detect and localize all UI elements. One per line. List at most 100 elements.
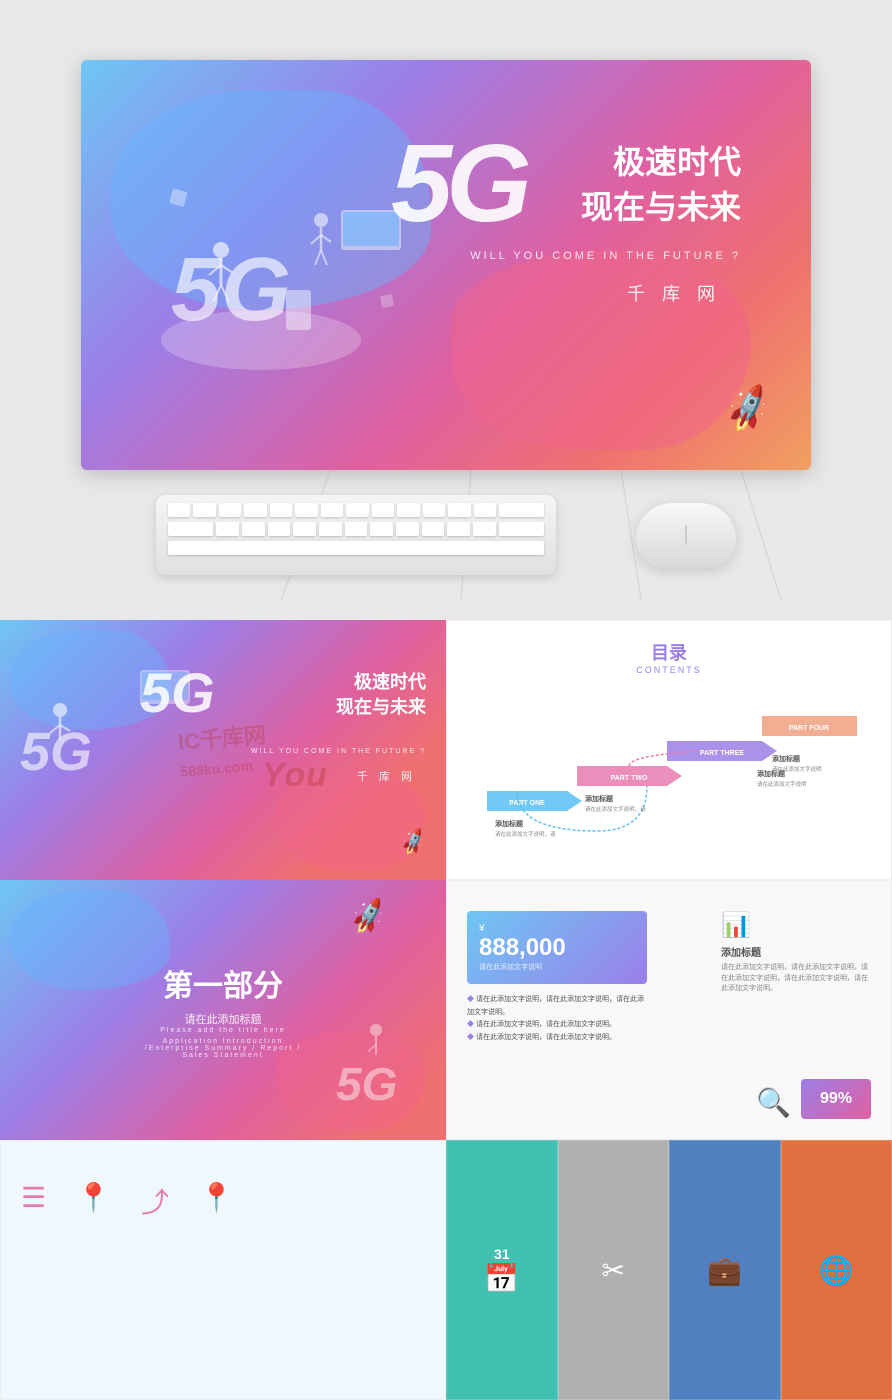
data-right-panel: 📊 添加标题 请在此添加文字说明，请在此添加文字说明，请在此添加文字说明，请在此… (721, 911, 871, 995)
key (499, 522, 544, 536)
svg-text:5G: 5G (171, 240, 291, 340)
scissors-icon: ✂ (602, 1254, 625, 1287)
key (168, 503, 190, 517)
cell-briefcase: 💼 (669, 1140, 781, 1400)
key (242, 522, 265, 536)
key (448, 503, 470, 517)
svg-text:添加标题: 添加标题 (585, 794, 614, 803)
key (499, 503, 544, 517)
key (268, 522, 291, 536)
calendar-icon: 📅 (484, 1262, 519, 1295)
globe-icon: 🌐 (819, 1254, 854, 1287)
svg-text:添加标题: 添加标题 (772, 754, 801, 763)
percent-box: 99% (801, 1079, 871, 1119)
hero-slide: 5G 5G 极速时代 现在与未来 WILL YO (81, 60, 811, 470)
part1-sub-title: 请在此添加标题 (133, 1011, 313, 1027)
key (346, 503, 368, 517)
part1-en-subtitle: Application Introduction /Enterprise Sum… (133, 1038, 313, 1059)
hero-5g-big: 5G (391, 120, 526, 247)
data-bullets: 请在此添加文字说明，请在此添加文字说明，请在此添加文字说明。 请在此添加文字说明… (467, 994, 647, 1044)
part1-main-title: 第一部分 (133, 961, 313, 1005)
slides-grid: 5G 5G 极速时代 现在与未来 WILL YOU COME IN THE FU… (0, 620, 892, 1400)
key (423, 503, 445, 517)
svg-text:请在此添加文字说明: 请在此添加文字说明 (772, 765, 822, 773)
key (319, 522, 342, 536)
key (293, 522, 316, 536)
svg-text:PART THREE: PART THREE (700, 750, 745, 757)
slide-thumb-bottom-left[interactable]: ☰ 📍 ⤴ 📍 (0, 1140, 446, 1400)
cell-globe: 🌐 (781, 1140, 892, 1400)
key (370, 522, 393, 536)
key (244, 503, 266, 517)
mini-blob2 (276, 770, 426, 870)
svg-text:PART ONE: PART ONE (509, 800, 545, 807)
slide-thumb-data[interactable]: ¥ 888,000 请在此添加文字说明 请在此添加文字说明，请在此添加文字说明，… (446, 880, 892, 1140)
svg-text:5G: 5G (336, 1058, 397, 1110)
cell-calendar: 31 📅 (446, 1140, 558, 1400)
mouse (636, 503, 736, 568)
key (219, 503, 241, 517)
key (345, 522, 368, 536)
hero-title-cn: 极速时代 现在与未来 (581, 140, 741, 230)
key (396, 522, 419, 536)
bullet-2: 请在此添加文字说明，请在此添加文字说明。 (467, 1019, 647, 1032)
location-icons: ☰ 📍 ⤴ 📍 (21, 1161, 425, 1221)
data-add-title: 添加标题 (721, 944, 871, 959)
contents-title: 目录 CONTENTS (636, 639, 702, 675)
share-icon: ⤴ (141, 1181, 169, 1221)
yuan-symbol: ¥ (479, 923, 635, 934)
yuan-amount: 888,000 (479, 934, 635, 962)
location-icon-orange: 📍 (199, 1181, 234, 1221)
mini-brand: 千 库 网 (357, 768, 416, 784)
key (372, 503, 394, 517)
data-left-panel: ¥ 888,000 请在此添加文字说明 请在此添加文字说明，请在此添加文字说明，… (467, 911, 647, 1044)
part1-title-block: 第一部分 请在此添加标题 Please add the title here A… (133, 961, 313, 1059)
briefcase-icon: 💼 (707, 1254, 742, 1287)
svg-text:PART FOUR: PART FOUR (789, 725, 829, 732)
key (193, 503, 215, 517)
key (422, 522, 445, 536)
yuan-label: 请在此添加文字说明 (479, 962, 635, 972)
hero-subtitle-en: WILL YOU COME IN THE FUTURE ? (470, 250, 741, 262)
mini-subtitle-en: WILL YOU COME IN THE FUTURE ? (251, 748, 426, 755)
key (270, 503, 292, 517)
bar-chart-icon: 📊 (721, 911, 871, 940)
calendar-date: 31 (494, 1246, 510, 1262)
hero-illustration: 5G (141, 140, 421, 400)
location-icon-blue: 📍 (76, 1181, 111, 1221)
key (321, 503, 343, 517)
slide-thumb-bottom-right[interactable]: 31 📅 ✂ 💼 🌐 (446, 1140, 892, 1400)
svg-text:添加标题: 添加标题 (495, 819, 524, 828)
contents-cn: 目录 (636, 639, 702, 665)
key (216, 522, 239, 536)
svg-text:请在此添加文字说明，请: 请在此添加文字说明，请 (495, 830, 556, 838)
bottom-left-content: ☰ 📍 ⤴ 📍 (1, 1141, 445, 1241)
mini-5g-text: 5G (140, 660, 215, 725)
key (447, 522, 470, 536)
svg-text:请在此添加文字说明，请: 请在此添加文字说明，请 (585, 805, 646, 813)
key (474, 503, 496, 517)
spacebar-key (168, 541, 544, 555)
slide-thumb-part1[interactable]: 🚀 5G 第一部分 请在此添加标题 Please add the title h… (0, 880, 446, 1140)
mini-title-cn: 极速时代 现在与未来 (336, 670, 426, 720)
cell-tools: ✂ (558, 1140, 670, 1400)
bullet-3: 请在此添加文字说明，请在此添加文字说明。 (467, 1032, 647, 1045)
key (397, 503, 419, 517)
data-add-desc: 请在此添加文字说明，请在此添加文字说明，请在此添加文字说明，请在此添加文字说明，… (721, 963, 871, 995)
arrow-flow: PART ONE PART TWO PART THREE PART FOUR 添… (467, 701, 871, 841)
slide-thumb-contents[interactable]: 目录 CONTENTS PART ONE PART TWO PART THREE… (446, 620, 892, 880)
slide-thumb-title[interactable]: 5G 5G 极速时代 现在与未来 WILL YOU COME IN THE FU… (0, 620, 446, 880)
data-yuan-box: ¥ 888,000 请在此添加文字说明 (467, 911, 647, 984)
bottom-right-grid: 31 📅 ✂ 💼 🌐 (446, 1140, 892, 1400)
contents-en: CONTENTS (636, 665, 702, 675)
desk-section (81, 470, 811, 600)
key (295, 503, 317, 517)
search-icon: 🔍 (756, 1086, 791, 1119)
svg-text:5G: 5G (20, 722, 92, 782)
part1-rocket-icon: 🚀 (347, 896, 389, 937)
keyboard (156, 495, 556, 575)
svg-text:PART TWO: PART TWO (611, 775, 648, 782)
part1-en-title: Please add the title here (133, 1027, 313, 1034)
list-icon: ☰ (21, 1181, 46, 1221)
bullet-1: 请在此添加文字说明，请在此添加文字说明，请在此添加文字说明。 (467, 994, 647, 1019)
